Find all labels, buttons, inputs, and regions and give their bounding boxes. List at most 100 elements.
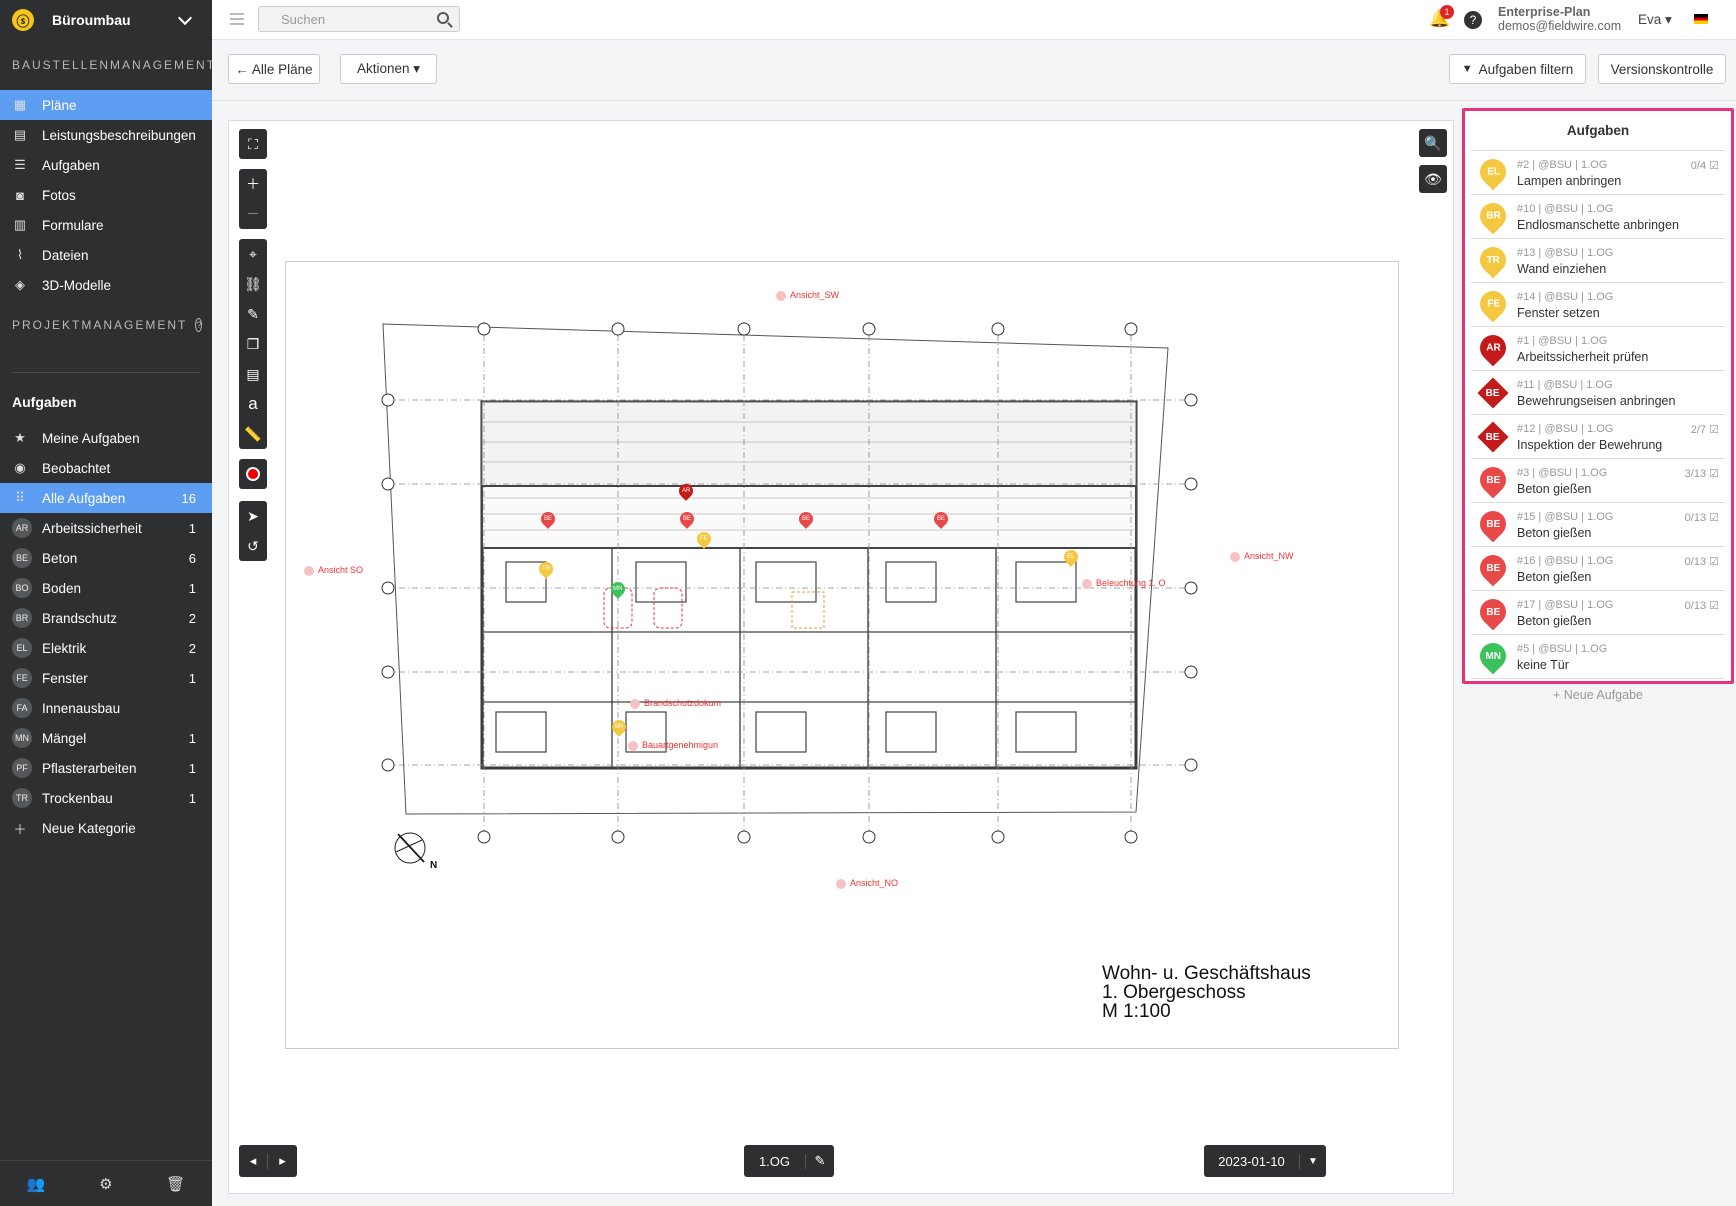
pointer-icon[interactable]: ➤ — [239, 501, 267, 531]
checkbox-icon: ☑ — [1706, 468, 1719, 480]
category-item[interactable]: FA Innenausbau — [0, 693, 212, 723]
actions-dropdown[interactable]: Aktionen ▾ — [340, 54, 437, 84]
zoom-in-icon[interactable]: ＋ — [239, 169, 267, 199]
sidebar-item-4[interactable]: ▥ Formulare — [0, 210, 212, 240]
text-icon[interactable]: a — [239, 389, 267, 419]
file-label-fire-safety: Brandschutzdokum — [644, 698, 722, 708]
edit-icon[interactable]: ✎ — [806, 1153, 834, 1169]
caret-down-icon[interactable]: ▼ — [1300, 1156, 1326, 1167]
task-row[interactable]: AR #1 | @BSU | 1.OG Arbeitssicherheit prüf… — [1471, 327, 1725, 371]
category-item[interactable]: MN Mängel 1 — [0, 723, 212, 753]
task-row[interactable]: BR #10 | @BSU | 1.OG Endlosmanschette anbr… — [1471, 195, 1725, 239]
language-flag-icon[interactable] — [1694, 14, 1708, 24]
category-item[interactable]: AR Arbeitssicherheit 1 — [0, 513, 212, 543]
task-row[interactable]: BE #3 | @BSU | 1.OG Beton gießen 3/13 ☑ — [1471, 459, 1725, 503]
category-item[interactable]: TR Trockenbau 1 — [0, 783, 212, 813]
task-row[interactable]: BE #15 | @BSU | 1.OG Beton gießen 0/13 ☑ — [1471, 503, 1725, 547]
next-sheet-icon[interactable]: ▸ — [268, 1153, 297, 1169]
category-item[interactable]: BO Boden 1 — [0, 573, 212, 603]
help-icon[interactable]: ? — [195, 318, 203, 332]
filter-icon: ▼ — [1461, 63, 1473, 75]
task-category-abbr: AR — [1485, 342, 1501, 354]
category-avatar: TR — [12, 788, 32, 808]
sidebar-item-0[interactable]: ▦ Pläne — [0, 90, 212, 120]
user-menu[interactable]: Eva ▾ — [1638, 12, 1672, 28]
search-input[interactable]: Suchen — [258, 6, 460, 32]
task-row[interactable]: BE #12 | @BSU | 1.OG Inspektion der Bewehr… — [1471, 415, 1725, 459]
file-link-fire-safety[interactable]: Brandschutzdokum — [630, 698, 721, 709]
sidebar-item-label: Pläne — [42, 97, 77, 113]
task-filter-1[interactable]: ◉ Beobachtet — [0, 453, 212, 483]
version-control-button[interactable]: Versionskontrolle — [1598, 54, 1726, 84]
view-link-no[interactable]: Ansicht_NO — [836, 878, 898, 889]
users-icon[interactable]: 👥 — [27, 1175, 46, 1193]
pin-icon[interactable]: ⌖ — [239, 239, 267, 269]
undo-icon[interactable]: ↺ — [239, 531, 267, 561]
filter-tasks-button[interactable]: ▼ Aufgaben filtern — [1449, 54, 1586, 84]
fullscreen-tool[interactable]: ⛶ — [239, 129, 267, 159]
new-category-button[interactable]: ＋ Neue Kategorie — [0, 813, 212, 843]
floor-selector[interactable]: 1.OG ✎ — [744, 1145, 834, 1177]
task-row[interactable]: TR #13 | @BSU | 1.OG Wand einziehen — [1471, 239, 1725, 283]
category-avatar: PF — [12, 758, 32, 778]
file-link-lighting[interactable]: Beleuchtung 1. O — [1082, 578, 1166, 589]
category-item[interactable]: EL Elektrik 2 — [0, 633, 212, 663]
floor-plan-sheet[interactable]: Ansicht_SW Ansicht SO Ansicht_NW Ansicht… — [285, 261, 1399, 1049]
task-row[interactable]: MN #5 | @BSU | 1.OG keine Tür — [1471, 635, 1725, 679]
sidebar-item-3[interactable]: ◙ Fotos — [0, 180, 212, 210]
view-link-nw[interactable]: Ansicht_NW — [1230, 551, 1294, 562]
view-label-nw: Ansicht_NW — [1244, 551, 1294, 561]
all-plans-button[interactable]: ← Alle Pläne — [228, 54, 320, 84]
fieldwire-logo-icon: ⓢ — [12, 9, 34, 31]
sheet-title-block: Wohn- u. Geschäftshaus 1. Obergeschoss M… — [1102, 964, 1311, 1021]
sidebar-item-6[interactable]: ◈ 3D-Modelle — [0, 270, 212, 300]
plan-viewer[interactable]: ⛶ ＋ － ⌖ ⛓ ✎ ❐ ▤ a 📏 ➤ ↺ 🔍 👁 Ansicht_SW A… — [228, 120, 1454, 1194]
top-bar: Suchen 🔔 1 ? Enterprise-Plan demos@field… — [212, 0, 1736, 40]
task-filter-0[interactable]: ★ Meine Aufgaben — [0, 423, 212, 453]
task-row[interactable]: BE #11 | @BSU | 1.OG Bewehrungseisen anbri… — [1471, 371, 1725, 415]
prev-sheet-icon[interactable]: ◂ — [239, 1153, 268, 1169]
trash-icon[interactable]: 🗑 — [166, 1175, 185, 1193]
category-item[interactable]: BR Brandschutz 2 — [0, 603, 212, 633]
pencil-icon[interactable]: ✎ — [239, 299, 267, 329]
view-link-sw[interactable]: Ansicht_SW — [776, 290, 839, 301]
task-filter-2[interactable]: ⠿ Alle Aufgaben 16 — [0, 483, 212, 513]
category-item[interactable]: PF Pflasterarbeiten 1 — [0, 753, 212, 783]
task-meta: #1 | @BSU | 1.OG — [1517, 335, 1608, 347]
file-link-permit[interactable]: Bauartgenehmigun — [628, 740, 718, 751]
help-icon[interactable]: ? — [1464, 11, 1482, 29]
fullscreen-icon[interactable]: ⛶ — [239, 129, 267, 159]
sidebar-item-5[interactable]: ⌇ Dateien — [0, 240, 212, 270]
task-row[interactable]: BE #16 | @BSU | 1.OG Beton gießen 0/13 ☑ — [1471, 547, 1725, 591]
gear-icon[interactable]: ⚙ — [99, 1175, 112, 1193]
toolbox-icon[interactable]: ▤ — [239, 359, 267, 389]
color-picker-icon[interactable] — [239, 459, 267, 489]
view-link-so[interactable]: Ansicht SO — [304, 565, 363, 576]
version-date-selector[interactable]: 2023-01-10 ▼ — [1204, 1145, 1326, 1177]
task-row[interactable]: BE #17 | @BSU | 1.OG Beton gießen 0/13 ☑ — [1471, 591, 1725, 635]
menu-icon[interactable] — [230, 13, 244, 25]
category-label: Beton — [42, 550, 78, 566]
task-row[interactable]: EL #2 | @BSU | 1.OG Lampen anbringen 0/4 ☑ — [1471, 151, 1725, 195]
search-plan-icon[interactable]: 🔍 — [1419, 129, 1447, 157]
plus-icon: ＋ — [13, 821, 27, 837]
color-tool[interactable] — [239, 459, 267, 489]
task-category-abbr: BE — [1486, 518, 1500, 530]
search-icon[interactable] — [437, 12, 449, 24]
sidebar-item-1[interactable]: ▤ Leistungsbeschreibungen — [0, 120, 212, 150]
shapes-icon[interactable]: ❐ — [239, 329, 267, 359]
task-row[interactable]: FE #14 | @BSU | 1.OG Fenster setzen — [1471, 283, 1725, 327]
task-category-abbr: BE — [1486, 431, 1500, 443]
sidebar-item-2[interactable]: ☰ Aufgaben — [0, 150, 212, 180]
notification-badge: 1 — [1440, 5, 1454, 19]
sheet-title-line: Wohn- u. Geschäftshaus — [1102, 963, 1311, 984]
clipboard-icon: ▥ — [13, 217, 27, 232]
project-switcher[interactable]: ⓢ Büroumbau — [0, 0, 212, 40]
ruler-icon[interactable]: 📏 — [239, 419, 267, 449]
category-item[interactable]: FE Fenster 1 — [0, 663, 212, 693]
link-icon[interactable]: ⛓ — [239, 269, 267, 299]
new-task-button[interactable]: + Neue Aufgabe — [1462, 688, 1734, 702]
category-item[interactable]: BE Beton 6 — [0, 543, 212, 573]
visibility-eye-icon[interactable]: 👁 — [1419, 165, 1447, 193]
zoom-out-icon[interactable]: － — [239, 199, 267, 229]
